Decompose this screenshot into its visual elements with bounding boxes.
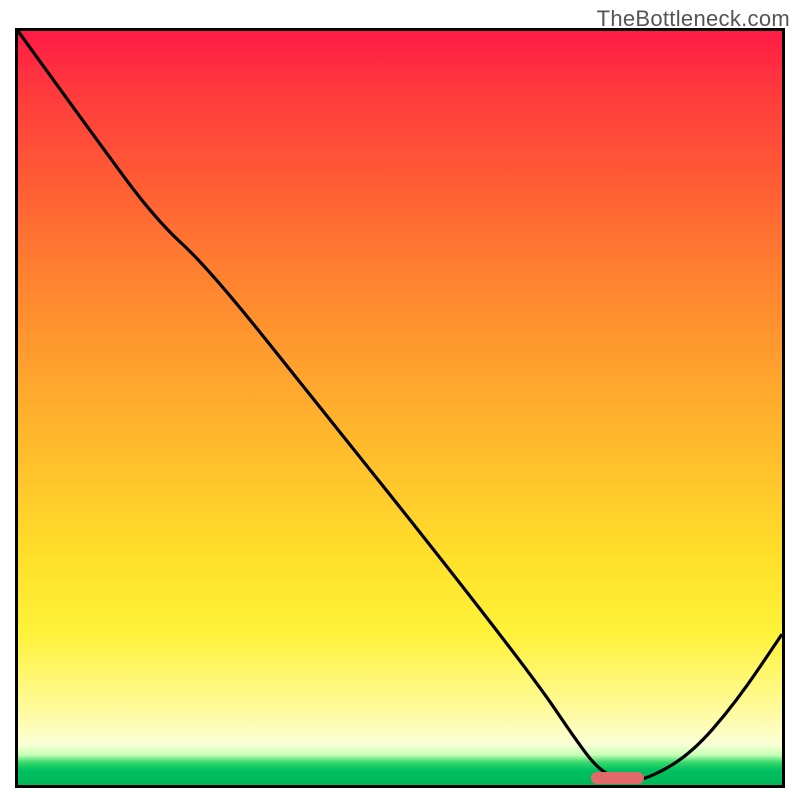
watermark-text: TheBottleneck.com — [597, 6, 790, 32]
bottleneck-curve — [18, 31, 782, 785]
plot-area — [15, 28, 785, 788]
optimal-marker — [591, 772, 644, 784]
chart-container: TheBottleneck.com — [0, 0, 800, 800]
